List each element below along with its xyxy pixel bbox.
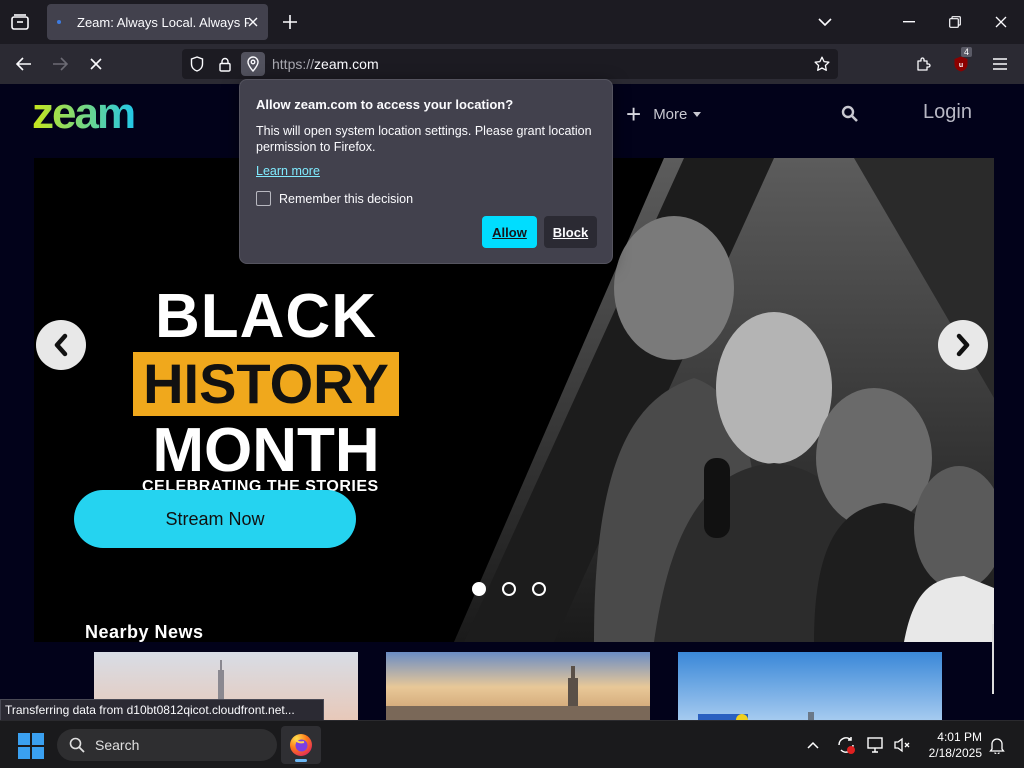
clock-date: 2/18/2025 xyxy=(928,746,982,760)
volume-muted-icon[interactable] xyxy=(892,735,912,755)
notification-bell-icon[interactable] xyxy=(987,735,1007,755)
hero-title-line3: MONTH xyxy=(152,416,380,485)
scrollbar-edge xyxy=(992,624,994,694)
bookmark-star-icon[interactable] xyxy=(810,52,834,76)
learn-more-link[interactable]: Learn more xyxy=(256,164,320,178)
remember-label: Remember this decision xyxy=(279,191,414,206)
search-placeholder: Search xyxy=(95,737,140,753)
news-thumbnail-3 xyxy=(678,652,942,720)
previous-slide-button[interactable] xyxy=(36,320,86,370)
carousel-dot-3[interactable] xyxy=(532,582,546,596)
tracking-protection-shield-icon[interactable] xyxy=(185,52,209,76)
carousel-dots xyxy=(472,582,546,596)
location-permission-icon[interactable] xyxy=(241,52,265,76)
hamburger-menu-icon[interactable] xyxy=(986,50,1014,78)
network-monitor-icon[interactable] xyxy=(866,735,886,755)
addon-badge: 4 xyxy=(961,47,973,57)
active-indicator xyxy=(295,759,307,762)
stream-now-button[interactable]: Stream Now xyxy=(74,490,356,548)
allow-button[interactable]: Allow xyxy=(482,216,537,248)
svg-text:u: u xyxy=(959,62,963,69)
windows-start-button[interactable] xyxy=(18,733,44,759)
list-all-tabs-chevron-icon[interactable] xyxy=(813,11,837,33)
clock-time: 4:01 PM xyxy=(937,730,982,744)
carousel-dot-1[interactable] xyxy=(472,582,486,596)
next-slide-button[interactable] xyxy=(938,320,988,370)
news-card-3[interactable] xyxy=(678,652,942,720)
hero-title-line2: HISTORY xyxy=(133,352,399,416)
carousel-dot-2[interactable] xyxy=(502,582,516,596)
stop-loading-button[interactable] xyxy=(82,50,110,78)
more-label: More xyxy=(653,105,688,123)
url-text[interactable]: https://zeam.com xyxy=(272,56,379,72)
windows-taskbar: Search 4:01 PM 2/18/2025 xyxy=(0,720,1024,768)
address-bar[interactable]: https://zeam.com xyxy=(182,49,838,79)
login-link[interactable]: Login xyxy=(923,101,972,124)
nearby-news-heading: Nearby News xyxy=(85,622,204,642)
firefox-icon xyxy=(290,734,312,756)
search-icon[interactable] xyxy=(840,104,860,124)
firefox-taskbar-button[interactable] xyxy=(281,726,321,764)
close-tab-icon[interactable] xyxy=(244,13,262,31)
status-bar: Transferring data from d10bt0812qicot.cl… xyxy=(0,699,324,721)
show-hidden-icons-chevron-icon[interactable] xyxy=(803,735,823,755)
zeam-logo[interactable]: zeam xyxy=(32,94,172,134)
caret-down-icon xyxy=(693,111,702,117)
taskbar-search-box[interactable]: Search xyxy=(57,729,277,761)
hero-title: BLACK HISTORY MONTH xyxy=(118,284,414,484)
url-scheme: https:// xyxy=(272,56,315,72)
news-card-2[interactable] xyxy=(386,652,650,720)
browser-tab[interactable]: Zeam: Always Local. Always Free xyxy=(47,4,268,40)
restore-button[interactable] xyxy=(932,6,978,38)
new-tab-button[interactable] xyxy=(278,10,302,34)
tab-list-icon[interactable] xyxy=(6,8,34,36)
popup-title: Allow zeam.com to access your location? xyxy=(256,97,514,112)
forward-button[interactable] xyxy=(46,50,74,78)
search-icon xyxy=(69,737,85,753)
hero-title-line1: BLACK xyxy=(155,282,377,351)
tab-title: Zeam: Always Local. Always Free xyxy=(77,14,249,30)
block-button[interactable]: Block xyxy=(544,216,597,248)
close-window-button[interactable] xyxy=(978,6,1024,38)
more-menu[interactable]: + More xyxy=(626,99,702,129)
ublock-addon-icon[interactable]: u 4 xyxy=(947,47,975,78)
plus-icon: + xyxy=(626,99,642,129)
chevron-right-icon xyxy=(956,333,970,357)
news-thumbnail-2 xyxy=(386,652,650,720)
sync-alert-icon[interactable] xyxy=(836,735,856,755)
logo-text: zeam xyxy=(32,94,134,134)
location-permission-popup: Allow zeam.com to access your location? … xyxy=(239,79,613,264)
loading-favicon-icon xyxy=(57,20,61,24)
minimize-button[interactable] xyxy=(886,6,932,38)
system-clock[interactable]: 4:01 PM 2/18/2025 xyxy=(920,729,982,761)
navigation-toolbar: https://zeam.com u 4 xyxy=(0,44,1024,84)
chevron-left-icon xyxy=(54,333,68,357)
checkbox-box[interactable] xyxy=(256,191,271,206)
back-button[interactable] xyxy=(10,50,38,78)
popup-body: This will open system location settings.… xyxy=(256,124,592,154)
remember-decision-checkbox[interactable]: Remember this decision xyxy=(256,191,413,206)
tab-bar: Zeam: Always Local. Always Free xyxy=(0,0,1024,44)
lock-icon[interactable] xyxy=(213,52,237,76)
url-host: zeam.com xyxy=(314,56,379,72)
extensions-puzzle-icon[interactable] xyxy=(910,50,938,78)
